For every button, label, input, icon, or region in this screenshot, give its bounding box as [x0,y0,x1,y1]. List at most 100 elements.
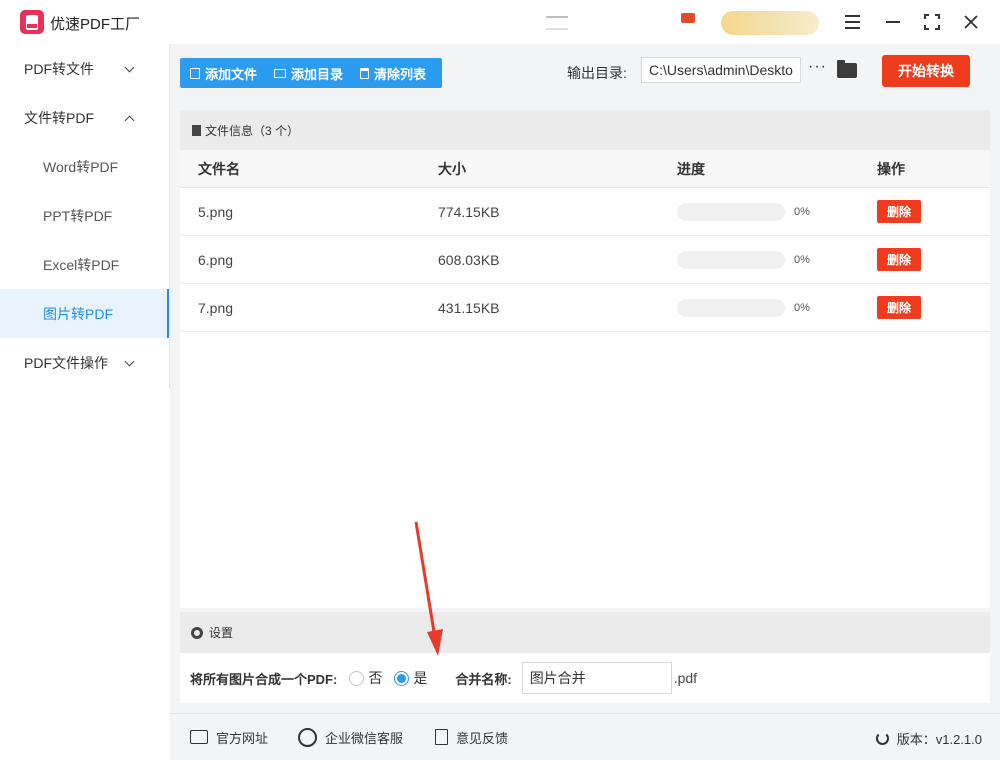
delete-button[interactable]: 删除 [877,200,921,223]
feedback-icon [435,729,449,745]
footer: 官方网址 企业微信客服 意见反馈 版本：v1.2.1.0 [170,713,1000,760]
sidebar-item-file-to-pdf[interactable]: 文件转PDF [0,93,169,142]
sidebar-item-label: PPT转PDF [43,207,113,224]
action-cell: 删除 [859,248,990,271]
start-convert-button[interactable]: 开始转换 [882,55,970,87]
trash-icon [360,67,370,79]
chevron-up-icon [124,115,135,126]
notification-badge-icon[interactable] [681,13,695,23]
sidebar-item-pdf-operations[interactable]: PDF文件操作 [0,338,169,387]
settings-header: 设置 [180,612,990,653]
progress-bar [677,202,785,221]
toolbar: 添加文件 添加目录 清除列表 [180,58,442,88]
website-icon [190,730,208,744]
action-cell: 删除 [859,200,990,223]
output-directory-input[interactable] [641,57,801,83]
website-link[interactable]: 官方网址 [190,728,268,747]
progress-text: 0% [794,205,810,218]
refresh-icon [875,732,889,745]
file-icon [192,124,201,136]
column-header-name: 文件名 [198,160,240,177]
settings-title: 设置 [209,626,234,640]
column-header-progress: 进度 [677,160,705,177]
radio-label-no: 否 [368,670,383,686]
folder-icon[interactable] [837,60,857,78]
radio-circle-selected [394,670,410,686]
file-name: 7.png [198,299,234,316]
minimize-icon[interactable] [880,9,906,35]
progress-bar [677,298,785,317]
feedback-link[interactable]: 意见反馈 [435,728,508,747]
merge-name-label: 合并名称: [455,671,512,687]
sidebar-item-label: PDF文件操作 [24,354,108,371]
column-header-action: 操作 [877,160,905,177]
more-icon[interactable]: ··· [808,58,827,76]
chevron-down-icon [124,356,135,367]
add-file-button[interactable]: 添加文件 [180,58,264,88]
sidebar-item-label: Excel转PDF [43,256,120,273]
menu-icon[interactable] [839,9,865,35]
progress-text: 0% [794,253,810,266]
sidebar-item-ppt-to-pdf[interactable]: PPT转PDF [0,191,169,240]
table-header: 文件名 大小 进度 操作 [180,150,990,188]
sidebar: PDF转文件 文件转PDF Word转PDF PPT转PDF Excel转PDF… [0,44,170,388]
progress-bar [677,250,785,269]
file-name: 6.png [198,251,234,268]
progress-text: 0% [794,301,810,314]
table-row[interactable]: 7.png 431.15KB 0% 删除 [180,284,990,332]
feedback-label: 意见反馈 [456,730,509,746]
delete-button[interactable]: 删除 [877,248,921,271]
version-info[interactable]: 版本：v1.2.1.0 [875,729,982,748]
sidebar-item-label: Word转PDF [43,158,119,175]
maximize-icon[interactable] [919,9,945,35]
table-row[interactable]: 6.png 608.03KB 0% 删除 [180,236,990,284]
sidebar-item-label: PDF转文件 [24,60,94,77]
output-directory-label: 输出目录: [567,65,627,81]
merge-radio-yes[interactable]: 是 [394,668,427,688]
app-title: 优速PDF工厂 [50,16,141,33]
sidebar-item-label: 文件转PDF [24,109,94,126]
settings-body: 将所有图片合成一个PDF: 否 是 合并名称: .pdf [180,653,990,703]
delete-button[interactable]: 删除 [877,296,921,319]
sidebar-item-excel-to-pdf[interactable]: Excel转PDF [0,240,169,289]
pdf-logo-icon [20,10,44,34]
sidebar-item-label: 图片转PDF [43,305,113,322]
close-icon[interactable] [958,9,984,35]
add-directory-button[interactable]: 添加目录 [264,58,350,88]
file-size: 774.15KB [438,203,500,220]
column-header-size: 大小 [438,160,466,177]
sidebar-item-word-to-pdf[interactable]: Word转PDF [0,142,169,191]
version-label: 版本：v1.2.1.0 [896,732,982,747]
merge-option-label: 将所有图片合成一个PDF: [190,671,338,687]
main-area: 添加文件 添加目录 清除列表 输出目录: ··· 开始转换 文件信息（3 个） … [170,44,1000,760]
merge-radio-no[interactable]: 否 [349,668,382,688]
progress-cell: 0% [659,250,859,269]
action-cell: 删除 [859,296,990,319]
folder-outline-icon [274,68,287,78]
merge-name-input[interactable] [521,662,672,694]
chevron-down-icon [124,62,135,73]
sidebar-item-pdf-to-file[interactable]: PDF转文件 [0,44,169,93]
wechat-icon [298,727,318,747]
radio-circle [349,670,365,686]
radio-label-yes: 是 [413,670,428,686]
vip-banner[interactable] [721,11,819,35]
gear-icon [191,626,203,639]
sidebar-item-image-to-pdf[interactable]: 图片转PDF [0,289,169,338]
table-row[interactable]: 5.png 774.15KB 0% 删除 [180,188,990,236]
title-bar: 优速PDF工厂 [0,0,1000,44]
progress-cell: 0% [659,202,859,221]
file-info-header: 文件信息（3 个） [180,110,990,150]
file-size: 608.03KB [438,251,500,268]
pdf-suffix: .pdf [673,670,698,686]
file-table: 文件名 大小 进度 操作 5.png 774.15KB 0% 删除 6.png … [180,150,990,332]
wechat-label: 企业微信客服 [325,730,404,746]
file-name: 5.png [198,203,234,220]
clear-list-label: 清除列表 [374,66,427,82]
add-directory-label: 添加目录 [291,66,344,82]
website-label: 官方网址 [216,730,269,746]
wechat-support-link[interactable]: 企业微信客服 [298,727,404,747]
file-list-panel: 文件信息（3 个） 文件名 大小 进度 操作 5.png 774.15KB 0%… [180,110,990,608]
clear-list-button[interactable]: 清除列表 [350,58,433,88]
progress-cell: 0% [659,298,859,317]
